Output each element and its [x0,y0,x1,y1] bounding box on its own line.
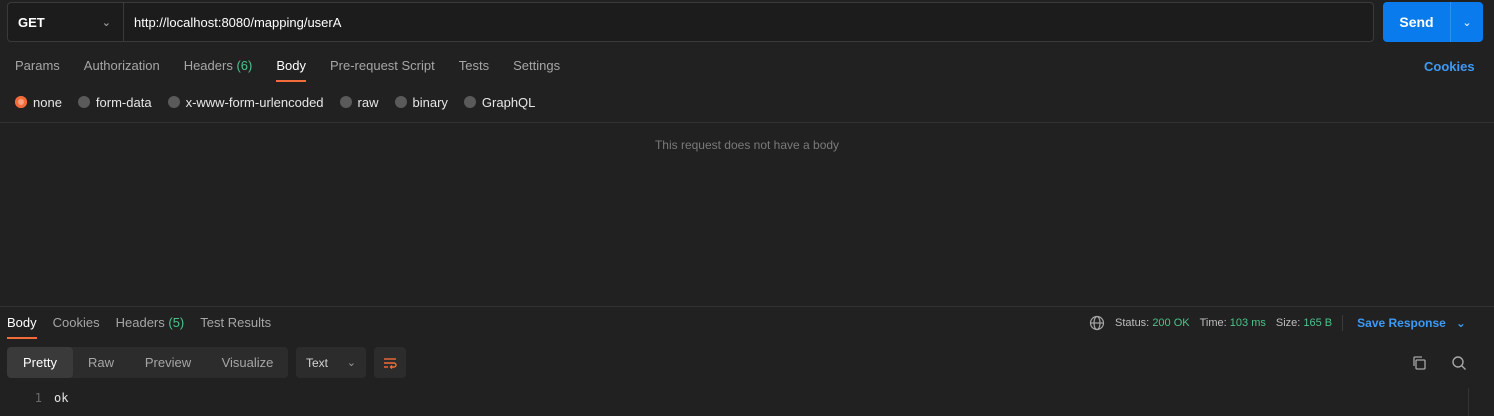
separator [1342,315,1344,331]
format-label: Text [306,355,329,370]
radio-icon [463,96,476,108]
line-number: 1 [34,391,42,405]
tab-label: Cookies [52,315,100,330]
radio-label: none [33,94,62,110]
headers-count: (6) [236,58,253,73]
request-bar: GET ⌄ http://localhost:8080/mapping/user… [7,2,1374,42]
format-select[interactable]: Text ⌄ [296,347,366,378]
tab-headers[interactable]: Headers (6) [184,58,253,82]
method-label: GET [18,14,45,30]
view-visualize[interactable]: Visualize [207,347,288,378]
tab-label: Body [7,315,37,330]
view-preview[interactable]: Preview [129,347,207,378]
response-tab-test-results[interactable]: Test Results [200,315,271,339]
tab-settings[interactable]: Settings [513,58,560,82]
save-response-button[interactable]: Save Response ⌄ [1357,316,1466,330]
scrollbar[interactable] [1468,388,1482,416]
empty-body-message: This request does not have a body [654,138,840,152]
radio-icon [167,96,180,108]
wrap-lines-button[interactable] [374,347,406,378]
radio-label: binary [412,94,448,110]
send-button-group: Send ⌄ [1383,2,1483,42]
tab-pre-request-script[interactable]: Pre-request Script [330,58,435,82]
time-info[interactable]: Time: 103 ms [1200,317,1266,329]
response-tab-cookies[interactable]: Cookies [53,315,100,339]
chevron-down-icon: ⌄ [1462,16,1472,29]
radio-selected-icon [15,96,27,108]
chevron-down-icon: ⌄ [101,16,111,29]
radio-x-www-form-urlencoded[interactable]: x-www-form-urlencoded [167,94,324,110]
chevron-down-icon: ⌄ [1455,316,1466,330]
send-button[interactable]: Send [1383,2,1450,42]
radio-label: GraphQL [481,94,536,110]
search-icon [1452,356,1466,370]
cookies-link[interactable]: Cookies [1424,59,1475,74]
radio-label: x-www-form-urlencoded [185,94,324,110]
response-body-editor[interactable]: 1 ok [0,388,1468,416]
size-info[interactable]: Size: 165 B [1276,317,1332,329]
code-line: ok [54,391,69,405]
search-button[interactable] [1447,351,1471,375]
status-info[interactable]: Status: 200 OK [1115,317,1190,329]
status-value: 200 OK [1152,317,1190,329]
view-pretty[interactable]: Pretty [7,347,73,378]
tab-label: Headers [115,315,165,330]
url-input[interactable]: http://localhost:8080/mapping/userA [124,3,1373,41]
copy-button[interactable] [1407,351,1431,375]
radio-label: raw [357,94,379,110]
save-response-label: Save Response [1357,316,1446,330]
method-select[interactable]: GET ⌄ [8,3,124,41]
radio-none[interactable]: none [15,95,62,110]
tab-label: Body [276,58,306,73]
tab-authorization[interactable]: Authorization [84,58,160,82]
headers-count: (5) [168,315,185,330]
divider [0,122,1494,123]
radio-icon [77,96,90,108]
body-type-radios: none form-data x-www-form-urlencoded raw… [15,94,535,110]
response-meta: Status: 200 OK Time: 103 ms Size: 165 B … [1089,315,1466,331]
radio-raw[interactable]: raw [339,94,379,110]
request-tabs: Params Authorization Headers (6) Body Pr… [15,58,560,82]
response-tabs: Body Cookies Headers (5) Test Results [7,315,271,339]
response-tab-headers[interactable]: Headers (5) [116,315,185,339]
tab-body[interactable]: Body [276,58,306,82]
postman-request-view: GET ⌄ http://localhost:8080/mapping/user… [0,0,1494,416]
status-label: Status: [1115,317,1150,329]
tab-label: Settings [513,58,561,73]
radio-binary[interactable]: binary [394,94,448,110]
globe-icon[interactable] [1089,315,1105,331]
size-label: Size: [1275,317,1301,329]
radio-form-data[interactable]: form-data [77,94,152,110]
chevron-down-icon: ⌄ [346,357,356,369]
pane-resizer[interactable] [0,306,1494,307]
view-raw[interactable]: Raw [73,347,129,378]
response-view-selector: Pretty Raw Preview Visualize [7,347,288,378]
tab-label: Headers [183,58,233,73]
copy-icon [1413,356,1426,370]
tab-label: Tests [458,58,490,73]
time-value: 103 ms [1229,317,1266,329]
tab-tests[interactable]: Tests [459,58,489,82]
radio-icon [394,96,407,108]
tab-label: Pre-request Script [329,58,435,73]
send-options-button[interactable]: ⌄ [1450,2,1483,42]
radio-label: form-data [95,94,152,110]
time-label: Time: [1199,317,1227,329]
radio-graphql[interactable]: GraphQL [463,94,536,110]
size-value: 165 B [1303,317,1333,329]
tab-label: Test Results [200,315,272,330]
wrap-lines-icon [384,357,397,369]
radio-icon [339,96,352,108]
tab-params[interactable]: Params [15,58,60,82]
tab-label: Authorization [83,58,160,73]
tab-label: Params [15,58,60,73]
response-tab-body[interactable]: Body [7,315,37,339]
